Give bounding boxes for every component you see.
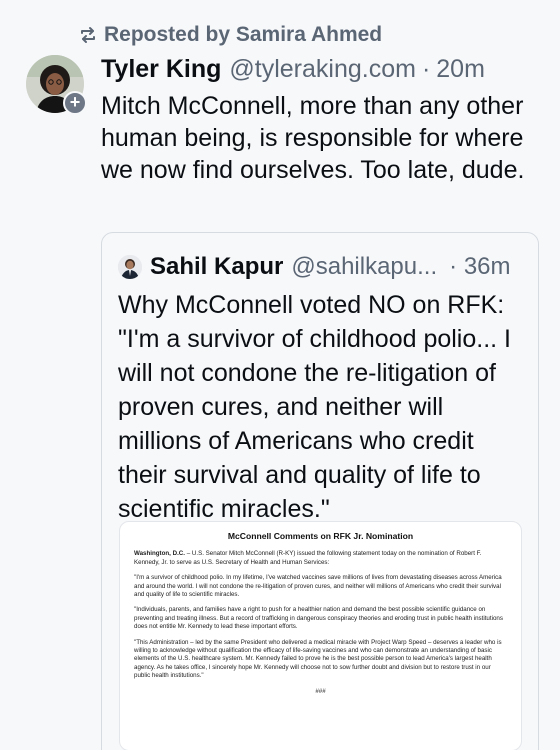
author-name[interactable]: Tyler King — [101, 55, 221, 84]
repost-icon — [78, 25, 98, 45]
statement-intro-text: – U.S. Senator Mitch McConnell (R-KY) is… — [134, 550, 482, 566]
post-time[interactable]: 20m — [436, 55, 485, 84]
post-text: Mitch McConnell, more than any other hum… — [101, 92, 525, 184]
separator: · — [421, 55, 431, 83]
statement-paragraph-1: "I'm a survivor of childhood polio. In m… — [134, 574, 502, 599]
quote-author-handle[interactable]: @sahilkapu... — [291, 253, 437, 281]
statement-intro: Washington, D.C. – U.S. Senator Mitch Mc… — [134, 550, 507, 567]
quote-text: Why McConnell voted NO on RFK: "I'm a su… — [118, 291, 511, 523]
statement-end-mark: ### — [315, 687, 326, 695]
statement-image[interactable]: McConnell Comments on RFK Jr. Nomination… — [119, 521, 522, 750]
quote-separator: · — [449, 253, 458, 280]
quote-post[interactable]: Sahil Kapur @sahilkapu... · 36m Why McCo… — [101, 232, 539, 750]
statement-title: McConnell Comments on RFK Jr. Nomination — [227, 531, 414, 541]
author-handle[interactable]: @tyleraking.com — [229, 55, 416, 84]
post-header: Tyler King @tyleraking.com · 20m — [101, 55, 485, 87]
quote-time: 36m — [463, 253, 511, 280]
statement-paragraph-2: "Individuals, parents, and families have… — [134, 606, 503, 631]
quote-header: Sahil Kapur @sahilkapu... · 36m — [118, 253, 511, 281]
quote-author-name[interactable]: Sahil Kapur — [150, 253, 283, 281]
follow-button[interactable]: + — [63, 91, 87, 115]
repost-label: Reposted by Samira Ahmed — [104, 23, 383, 46]
repost-indicator[interactable]: Reposted by Samira Ahmed — [78, 20, 382, 50]
quote-avatar[interactable] — [118, 255, 142, 279]
statement-dateline: Washington, D.C. — [134, 550, 185, 558]
statement-paragraph-3: "This Administration – led by the same P… — [134, 638, 502, 680]
quote-time-wrap[interactable]: · 36m — [449, 253, 510, 281]
